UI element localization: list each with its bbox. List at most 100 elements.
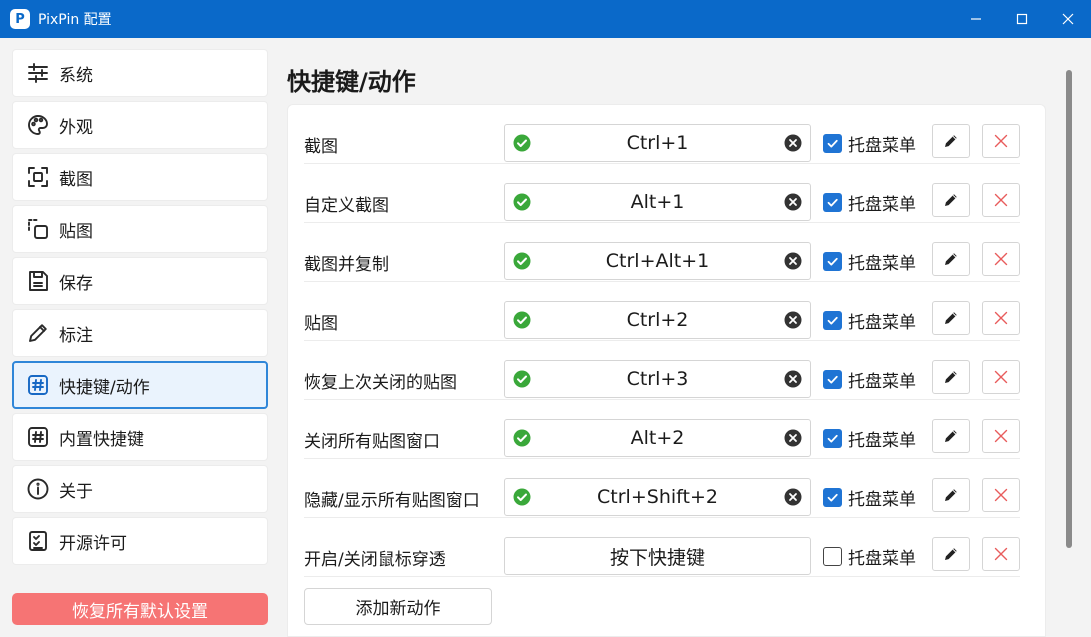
action-row: 贴图 Ctrl+2 托盘菜单 bbox=[304, 282, 1020, 341]
sidebar: 系统外观 截图贴图保存标注快捷键/动作内置快捷键关于 开源许可 bbox=[12, 49, 268, 569]
sidebar-item-label: 内置快捷键 bbox=[59, 429, 144, 450]
checkbox-checked-icon bbox=[823, 369, 842, 389]
edit-action-button[interactable] bbox=[932, 419, 970, 453]
tray-menu-label: 托盘菜单 bbox=[848, 194, 916, 215]
checkbox-checked-icon bbox=[823, 487, 842, 507]
sidebar-item-3[interactable]: 贴图 bbox=[12, 205, 268, 253]
tray-menu-checkbox[interactable]: 托盘菜单 bbox=[823, 310, 916, 333]
clear-hotkey-icon[interactable] bbox=[784, 488, 802, 506]
hotkey-input[interactable]: Alt+1 bbox=[504, 183, 811, 221]
pencil-icon bbox=[945, 548, 957, 560]
checkbox-unchecked-icon bbox=[823, 546, 842, 566]
delete-action-button[interactable] bbox=[982, 124, 1020, 158]
close-red-icon bbox=[994, 547, 1008, 561]
sidebar-item-5[interactable]: 标注 bbox=[12, 309, 268, 357]
add-action-button[interactable]: 添加新动作 bbox=[304, 588, 492, 625]
clear-hotkey-icon[interactable] bbox=[784, 429, 802, 447]
hotkey-input[interactable]: Ctrl+3 bbox=[504, 360, 811, 398]
hotkey-input[interactable]: Ctrl+Shift+2 bbox=[504, 478, 811, 516]
clear-hotkey-icon[interactable] bbox=[784, 311, 802, 329]
tray-menu-label: 托盘菜单 bbox=[848, 312, 916, 333]
sidebar-item-label: 贴图 bbox=[59, 221, 93, 242]
edit-action-button[interactable] bbox=[932, 183, 970, 217]
minimize-button[interactable] bbox=[953, 0, 999, 38]
hotkey-value: Ctrl+1 bbox=[626, 132, 689, 154]
sliders-icon bbox=[25, 60, 51, 86]
clear-hotkey-icon[interactable] bbox=[784, 370, 802, 388]
reset-all-defaults-button[interactable]: 恢复所有默认设置 bbox=[12, 593, 268, 625]
edit-action-button[interactable] bbox=[932, 360, 970, 394]
hotkey-input[interactable]: Ctrl+2 bbox=[504, 301, 811, 339]
hotkey-input[interactable]: Ctrl+1 bbox=[504, 124, 811, 162]
palette-icon bbox=[25, 112, 51, 138]
tray-menu-checkbox[interactable]: 托盘菜单 bbox=[823, 133, 916, 156]
delete-action-button[interactable] bbox=[982, 242, 1020, 276]
clear-hotkey-icon[interactable] bbox=[784, 193, 802, 211]
maximize-icon bbox=[1016, 13, 1028, 25]
scrollbar-thumb[interactable] bbox=[1066, 70, 1072, 548]
tray-menu-checkbox[interactable]: 托盘菜单 bbox=[823, 428, 916, 451]
checkbox-checked-icon bbox=[823, 192, 842, 212]
hotkey-value: Ctrl+Alt+1 bbox=[605, 250, 710, 272]
tray-menu-label: 托盘菜单 bbox=[848, 548, 916, 569]
delete-action-button[interactable] bbox=[982, 183, 1020, 217]
edit-action-button[interactable] bbox=[932, 478, 970, 512]
pin-copy-icon bbox=[25, 216, 51, 242]
tray-menu-checkbox[interactable]: 托盘菜单 bbox=[823, 369, 916, 392]
action-row: 截图 Ctrl+1 托盘菜单 bbox=[304, 105, 1020, 164]
sidebar-item-8[interactable]: 关于 bbox=[12, 465, 268, 513]
sidebar-item-7[interactable]: 内置快捷键 bbox=[12, 413, 268, 461]
pencil-icon bbox=[945, 253, 957, 265]
tray-menu-checkbox[interactable]: 托盘菜单 bbox=[823, 192, 916, 215]
sidebar-item-label: 系统 bbox=[59, 65, 93, 86]
action-row: 恢复上次关闭的贴图 Ctrl+3 托盘菜单 bbox=[304, 341, 1020, 400]
sidebar-item-6[interactable]: 快捷键/动作 bbox=[12, 361, 268, 409]
title-bar: P PixPin 配置 bbox=[0, 0, 1091, 38]
close-red-icon bbox=[994, 311, 1008, 325]
clear-hotkey-icon[interactable] bbox=[784, 134, 802, 152]
checkbox-checked-icon bbox=[823, 133, 842, 153]
pencil-icon bbox=[945, 135, 957, 147]
delete-action-button[interactable] bbox=[982, 360, 1020, 394]
sidebar-item-0[interactable]: 系统 bbox=[12, 49, 268, 97]
sidebar-item-1[interactable]: 外观 bbox=[12, 101, 268, 149]
hotkey-input[interactable]: Ctrl+Alt+1 bbox=[504, 242, 811, 280]
tray-menu-label: 托盘菜单 bbox=[848, 253, 916, 274]
edit-action-button[interactable] bbox=[932, 301, 970, 335]
app-logo-icon: P bbox=[10, 9, 30, 29]
pencil-icon bbox=[945, 489, 957, 501]
delete-action-button[interactable] bbox=[982, 537, 1020, 571]
sidebar-item-label: 标注 bbox=[59, 325, 93, 346]
delete-action-button[interactable] bbox=[982, 478, 1020, 512]
clear-hotkey-icon[interactable] bbox=[784, 252, 802, 270]
tray-menu-checkbox[interactable]: 托盘菜单 bbox=[823, 251, 916, 274]
check-circle-icon bbox=[513, 134, 531, 152]
sidebar-item-2[interactable]: 截图 bbox=[12, 153, 268, 201]
sidebar-item-4[interactable]: 保存 bbox=[12, 257, 268, 305]
tray-menu-checkbox[interactable]: 托盘菜单 bbox=[823, 487, 916, 510]
actions-panel: 截图 Ctrl+1 托盘菜单 自定义截图 Alt+1 托盘菜单 截图并复制 Ctrl+Alt+… bbox=[287, 104, 1046, 637]
screenshot-icon bbox=[25, 164, 51, 190]
check-circle-icon bbox=[513, 193, 531, 211]
maximize-button[interactable] bbox=[999, 0, 1045, 38]
sidebar-item-9[interactable]: 开源许可 bbox=[12, 517, 268, 565]
checkbox-checked-icon bbox=[823, 251, 842, 271]
edit-action-button[interactable] bbox=[932, 124, 970, 158]
delete-action-button[interactable] bbox=[982, 301, 1020, 335]
hotkey-input[interactable]: Alt+2 bbox=[504, 419, 811, 457]
hotkey-input[interactable]: 按下快捷键 bbox=[504, 537, 811, 575]
hotkey-value: Ctrl+2 bbox=[626, 309, 689, 331]
save-icon bbox=[25, 268, 51, 294]
window-title: PixPin 配置 bbox=[38, 12, 112, 28]
check-circle-icon bbox=[513, 429, 531, 447]
delete-action-button[interactable] bbox=[982, 419, 1020, 453]
edit-action-button[interactable] bbox=[932, 242, 970, 276]
edit-action-button[interactable] bbox=[932, 537, 970, 571]
page-title: 快捷键/动作 bbox=[287, 68, 416, 96]
action-row: 自定义截图 Alt+1 托盘菜单 bbox=[304, 164, 1020, 223]
close-window-button[interactable] bbox=[1045, 0, 1091, 38]
tray-menu-checkbox[interactable]: 托盘菜单 bbox=[823, 546, 916, 569]
close-red-icon bbox=[994, 370, 1008, 384]
action-row: 关闭所有贴图窗口 Alt+2 托盘菜单 bbox=[304, 400, 1020, 459]
hotkey-value: Ctrl+3 bbox=[626, 368, 689, 390]
